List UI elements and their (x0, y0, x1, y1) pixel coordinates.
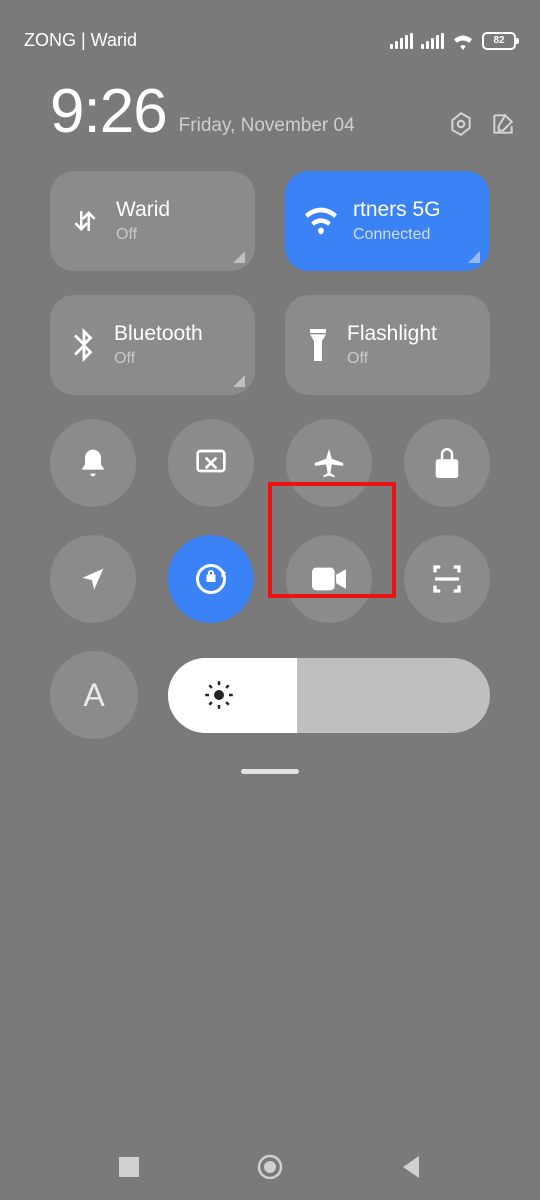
signal-icon-1 (390, 33, 413, 49)
screenshot-icon (195, 448, 227, 478)
clock-date: Friday, November 04 (179, 115, 436, 137)
status-icons: 82 (390, 32, 516, 50)
flashlight-label: Flashlight (347, 322, 437, 346)
location-toggle[interactable] (50, 535, 136, 623)
header: 9:26 Friday, November 04 (0, 61, 540, 153)
bluetooth-icon (70, 328, 98, 362)
mobile-data-label: Warid (116, 198, 170, 222)
wifi-icon (305, 207, 337, 235)
nav-bar (0, 1154, 540, 1180)
carrier-label: ZONG | Warid (24, 30, 137, 51)
brightness-fill (168, 658, 297, 733)
mobile-data-tile[interactable]: Warid Off (50, 171, 255, 271)
auto-brightness-toggle[interactable]: A (50, 651, 138, 739)
location-arrow-icon (79, 565, 107, 593)
screenshot-toggle[interactable] (168, 419, 254, 507)
status-bar: ZONG | Warid 82 (0, 0, 540, 61)
edit-icon[interactable] (490, 111, 516, 137)
settings-icon[interactable] (448, 111, 474, 137)
recents-button[interactable] (119, 1157, 139, 1177)
expand-icon[interactable] (468, 251, 480, 263)
wifi-sub: Connected (353, 226, 441, 244)
brightness-icon (204, 680, 234, 710)
panel-handle[interactable] (241, 769, 299, 774)
brightness-slider[interactable] (168, 658, 490, 733)
expand-icon[interactable] (233, 251, 245, 263)
quick-settings: Warid Off rtners 5G Connected Bluetooth … (0, 153, 540, 774)
lock-toggle[interactable] (404, 419, 490, 507)
wifi-label: rtners 5G (353, 198, 441, 222)
flashlight-icon (305, 329, 331, 361)
bluetooth-label: Bluetooth (114, 322, 203, 346)
back-button[interactable] (401, 1156, 421, 1178)
rotation-lock-icon (193, 561, 229, 597)
airplane-toggle[interactable] (286, 419, 372, 507)
autorotate-toggle[interactable] (168, 535, 254, 623)
scan-icon (431, 563, 463, 595)
expand-icon[interactable] (233, 375, 245, 387)
flashlight-tile[interactable]: Flashlight Off (285, 295, 490, 395)
airplane-icon (312, 446, 346, 480)
wifi-tile[interactable]: rtners 5G Connected (285, 171, 490, 271)
bluetooth-tile[interactable]: Bluetooth Off (50, 295, 255, 395)
wifi-status-icon (452, 32, 474, 50)
bell-icon (77, 447, 109, 479)
lock-icon (433, 448, 461, 478)
battery-icon: 82 (482, 32, 516, 50)
auto-brightness-label: A (83, 677, 104, 714)
scanner-toggle[interactable] (404, 535, 490, 623)
flashlight-sub: Off (347, 350, 437, 368)
home-button[interactable] (257, 1154, 283, 1180)
signal-icon-2 (421, 33, 444, 49)
bluetooth-sub: Off (114, 350, 203, 368)
screenrecord-toggle[interactable] (286, 535, 372, 623)
sound-toggle[interactable] (50, 419, 136, 507)
clock-time: 9:26 (50, 81, 167, 143)
mobile-data-icon (70, 206, 100, 236)
mobile-data-sub: Off (116, 226, 170, 244)
video-icon (312, 567, 346, 591)
